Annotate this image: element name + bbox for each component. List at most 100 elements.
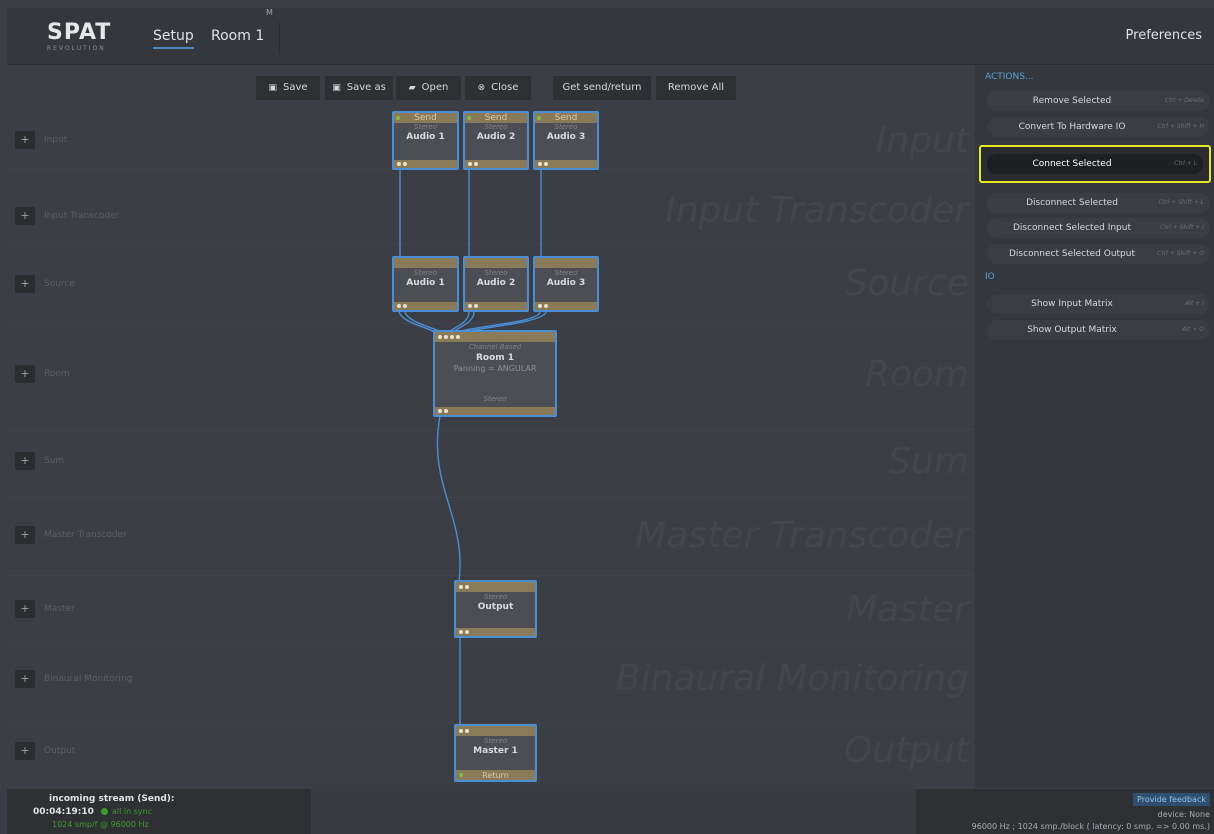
connection-lines (398, 170, 547, 726)
port-dot (450, 335, 454, 339)
port-dot (459, 585, 463, 589)
tab-setup[interactable]: Setup (153, 28, 194, 49)
action-shortcut: Alt + I (1185, 300, 1204, 307)
port-dot (403, 162, 407, 166)
port-dot (544, 304, 548, 308)
port-dot (538, 304, 542, 308)
node-name: Audio 2 (476, 278, 516, 288)
port-dot (465, 729, 469, 733)
node-name: Audio 1 (406, 278, 445, 288)
io-section-title: IO (985, 272, 995, 282)
convert-to-hardware-io-button[interactable]: Convert To Hardware IO Ctrl + Shift + H (987, 117, 1210, 137)
setup-canvas[interactable]: + Input Input + Input Transcoder Input T… (7, 66, 973, 788)
top-bar: SPAT REVOLUTION Setup Room 1 M Preferenc… (7, 8, 1214, 65)
action-shortcut: Ctrl + L (1174, 160, 1197, 167)
node-panning: Panning = ANGULAR (453, 364, 537, 373)
node-input-audio-3[interactable]: Send Stereo Audio 3 (533, 111, 599, 170)
action-label: Disconnect Selected Input (1012, 223, 1132, 233)
actions-panel: ACTIONS... Remove Selected Ctrl + Delete… (975, 66, 1214, 788)
port-dot (537, 116, 541, 120)
port-dot (438, 335, 442, 339)
port-dot (397, 162, 401, 166)
action-shortcut: Ctrl + Shift + I (1160, 224, 1204, 231)
logo-main: SPAT (47, 20, 112, 45)
tab-divider (279, 22, 280, 54)
audio-info: 96000 Hz ; 1024 smp./block ( latency: 0 … (971, 822, 1210, 831)
action-shortcut: Ctrl + Delete (1164, 97, 1204, 104)
node-header (535, 258, 597, 268)
port-dot (474, 162, 478, 166)
node-format: Stereo (483, 395, 507, 403)
node-name: Audio 1 (406, 132, 445, 142)
preferences-button[interactable]: Preferences (1126, 28, 1202, 43)
node-format: Stereo (484, 737, 507, 745)
app-logo: SPAT REVOLUTION (47, 22, 117, 58)
node-format: Stereo (414, 269, 437, 277)
link-room-master (436, 415, 461, 583)
node-input-audio-1[interactable]: Send Stereo Audio 1 (392, 111, 459, 170)
port-dot (538, 162, 542, 166)
status-bar-center (311, 789, 916, 834)
node-header: Send (465, 113, 527, 123)
action-shortcut: Ctrl + Shift + L (1158, 199, 1204, 206)
node-master-output[interactable]: Stereo Output (454, 580, 537, 638)
disconnect-selected-output-button[interactable]: Disconnect Selected Output Ctrl + Shift … (987, 244, 1210, 264)
remove-selected-button[interactable]: Remove Selected Ctrl + Delete (987, 91, 1210, 111)
port-dot (397, 304, 401, 308)
node-header: Send (535, 113, 597, 123)
tab-room-1[interactable]: Room 1 (211, 28, 264, 44)
status-bar: incoming stream (Send): 00:04:19:10 all … (7, 789, 1214, 834)
action-shortcut: Alt + O (1182, 326, 1204, 333)
stream-timecode: 00:04:19:10 (33, 807, 94, 817)
node-name: Audio 3 (546, 278, 586, 288)
stream-rate: 1024 smp/f @ 96000 Hz (52, 820, 149, 829)
device-status: device: None (1157, 810, 1210, 819)
action-label: Disconnect Selected Output (1009, 249, 1135, 259)
node-source-audio-2[interactable]: Stereo Audio 2 (463, 256, 529, 312)
node-input-audio-2[interactable]: Send Stereo Audio 2 (463, 111, 529, 170)
node-format: Stereo (554, 269, 578, 277)
action-label: Remove Selected (1032, 96, 1112, 106)
action-label: Disconnect Selected (1026, 198, 1118, 208)
node-format: Stereo (484, 593, 507, 601)
action-label: Show Output Matrix (1027, 325, 1117, 335)
action-label: Convert To Hardware IO (1018, 122, 1126, 132)
port-dot (444, 335, 448, 339)
node-return-label: Return (482, 771, 509, 780)
port-dot (544, 162, 548, 166)
port-dot (468, 304, 472, 308)
sync-status-text: all in sync (112, 807, 153, 816)
node-format: Stereo (554, 123, 578, 131)
node-source-audio-3[interactable]: Stereo Audio 3 (533, 256, 599, 312)
node-header (465, 258, 527, 268)
port-dot (459, 729, 463, 733)
disconnect-selected-button[interactable]: Disconnect Selected Ctrl + Shift + L (987, 193, 1210, 213)
port-dot (456, 335, 460, 339)
connect-selected-button[interactable]: Connect Selected Ctrl + L (979, 145, 1211, 183)
show-output-matrix-button[interactable]: Show Output Matrix Alt + O (987, 320, 1210, 340)
provide-feedback-button[interactable]: Provide feedback (1133, 793, 1210, 806)
port-dot (438, 409, 442, 413)
node-name: Output (477, 602, 514, 612)
node-header: Send (394, 113, 457, 123)
node-name: Audio 2 (476, 132, 516, 142)
node-source-audio-1[interactable]: Stereo Audio 1 (392, 256, 459, 312)
node-output-master-1[interactable]: Stereo Master 1 Return (454, 724, 537, 782)
node-format: Stereo (484, 269, 508, 277)
stream-title: incoming stream (Send): (49, 794, 175, 804)
node-room-1[interactable]: Channel Based Room 1 Panning = ANGULAR S… (433, 330, 557, 417)
actions-section-title: ACTIONS... (985, 72, 1034, 82)
node-name: Room 1 (475, 353, 515, 363)
port-dot (444, 409, 448, 413)
port-dot (465, 630, 469, 634)
node-name: Master 1 (473, 746, 518, 756)
sync-status-icon (101, 808, 108, 815)
port-dot (459, 773, 463, 777)
app-window: SPAT REVOLUTION Setup Room 1 M Preferenc… (0, 0, 1214, 834)
action-shortcut: Ctrl + Shift + O (1157, 250, 1204, 257)
port-dot (403, 304, 407, 308)
show-input-matrix-button[interactable]: Show Input Matrix Alt + I (987, 294, 1210, 314)
action-label: Show Input Matrix (1031, 299, 1113, 309)
disconnect-selected-input-button[interactable]: Disconnect Selected Input Ctrl + Shift +… (987, 218, 1210, 238)
logo-sub: REVOLUTION (47, 45, 106, 52)
